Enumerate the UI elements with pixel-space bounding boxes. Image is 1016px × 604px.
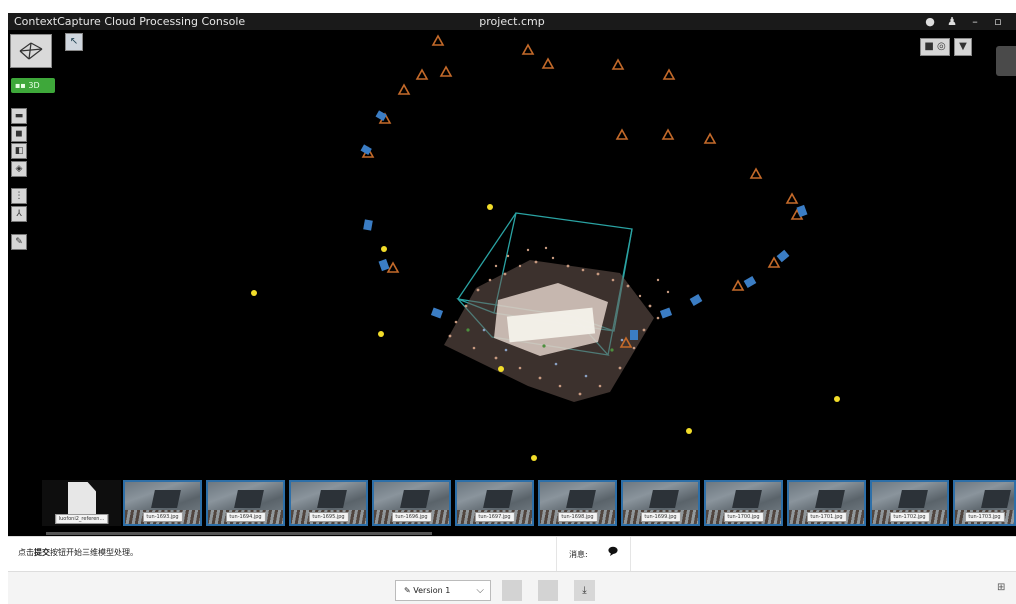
divider <box>556 537 557 572</box>
photos-icon[interactable]: ▬ <box>11 108 27 124</box>
thumb-caption: tun-1696.jpg <box>391 512 432 522</box>
photo-thumb[interactable]: tun-1702.jpg <box>870 480 949 526</box>
status-bar: 点击提交按钮开始三维模型处理。 消息: <box>8 536 1016 572</box>
thumb-caption: tun-1700.jpg <box>723 512 764 522</box>
blocks-icon[interactable]: ◧ <box>11 143 27 159</box>
photo-thumb[interactable]: tun-1693.jpg <box>123 480 202 526</box>
contextcapture-logo-button[interactable] <box>10 34 52 68</box>
photo-thumb[interactable]: tun-1696.jpg <box>372 480 451 526</box>
photo-thumb[interactable]: tun-1701.jpg <box>787 480 866 526</box>
pencil-icon: ✎ <box>404 586 414 595</box>
document-icon <box>68 482 96 518</box>
messages-label: 消息: <box>569 550 588 559</box>
cursor-icon: ↖ <box>69 36 79 47</box>
bottom-toolbar: ✎ Version 1 ⌵ ⤓ ⊞ <box>8 571 1016 604</box>
navigation-cube[interactable] <box>996 46 1016 76</box>
download-button[interactable]: ⤓ <box>574 580 595 601</box>
photo-thumb[interactable]: tun-1697.jpg <box>455 480 534 526</box>
photo-thumb[interactable]: tun-1699.jpg <box>621 480 700 526</box>
photo-thumbnail-strip: luofoni2_referen... tun-1693.jpg tun-169… <box>38 476 1016 528</box>
version-label: Version 1 <box>413 586 451 595</box>
thumb-caption: tun-1695.jpg <box>308 512 349 522</box>
thumb-caption: tun-1698.jpg <box>557 512 598 522</box>
3d-mode-label: 3D <box>28 81 40 90</box>
photogroups-icon[interactable]: ◼ <box>11 126 27 142</box>
filter-button[interactable]: ▼ <box>954 38 972 56</box>
scene-canvas[interactable] <box>8 30 1016 476</box>
status-message-suffix: 按钮开始三维模型处理。 <box>50 548 138 557</box>
thumb-caption: tun-1702.jpg <box>889 512 930 522</box>
axes-icon[interactable]: ⅄ <box>11 206 27 222</box>
grid-icon[interactable]: ⋮ <box>11 188 27 204</box>
camera-tools-button[interactable]: ■ ◎ <box>920 38 950 56</box>
maximize-icon[interactable]: ▫ <box>988 13 1008 30</box>
version-select[interactable]: ✎ Version 1 ⌵ <box>395 580 491 601</box>
thumb-caption: tun-1693.jpg <box>142 512 183 522</box>
3d-viewport[interactable]: ▪▪ 3D ▬ ◼ ◧ ◈ ⋮ ⅄ ✎ ↖ ■ ◎ ▼ luofoni2_ref… <box>8 30 1016 536</box>
download-icon: ⤓ <box>582 585 587 596</box>
reference-document-thumb[interactable]: luofoni2_referen... <box>42 480 121 526</box>
filter-icon: ▼ <box>959 41 967 52</box>
photo-thumb[interactable]: tun-1694.jpg <box>206 480 285 526</box>
layout-icon[interactable]: ⊞ <box>997 582 1005 593</box>
status-message: 点击提交按钮开始三维模型处理。 <box>18 547 138 558</box>
status-message-prefix: 点击 <box>18 548 34 557</box>
bulb-icon[interactable]: ● <box>920 13 940 30</box>
camera-icon: ■ <box>924 41 934 52</box>
thumb-caption: tun-1694.jpg <box>225 512 266 522</box>
minimize-icon[interactable]: – <box>965 13 985 30</box>
file-title: project.cmp <box>479 15 545 28</box>
photo-selection-button[interactable]: ↖ <box>65 33 83 51</box>
thumb-caption: tun-1697.jpg <box>474 512 515 522</box>
thumb-caption: tun-1699.jpg <box>640 512 681 522</box>
left-toolbar: ▪▪ 3D ▬ ◼ ◧ ◈ ⋮ ⅄ ✎ <box>8 30 58 430</box>
thumbnail-scrollbar[interactable] <box>46 532 432 535</box>
thumb-caption: luofoni2_referen... <box>54 514 109 524</box>
chat-bubble-icon[interactable] <box>608 546 618 556</box>
action-button-2[interactable] <box>538 580 558 601</box>
target-icon: ◎ <box>936 41 946 52</box>
thumb-caption: tun-1703.jpg <box>964 512 1005 522</box>
divider <box>630 537 631 572</box>
photo-thumb[interactable]: tun-1700.jpg <box>704 480 783 526</box>
users-icon[interactable]: ♟ <box>942 13 962 30</box>
3d-mode-icon: ▪▪ <box>15 81 29 90</box>
status-message-bold: 提交 <box>34 548 50 557</box>
3d-mode-button[interactable]: ▪▪ 3D <box>11 78 55 93</box>
photo-thumb[interactable]: tun-1703.jpg <box>953 480 1016 526</box>
measure-icon[interactable]: ✎ <box>11 234 27 250</box>
photo-thumb[interactable]: tun-1695.jpg <box>289 480 368 526</box>
title-bar: ContextCapture Cloud Processing Console … <box>8 13 1016 30</box>
thumb-caption: tun-1701.jpg <box>806 512 847 522</box>
app-window: ContextCapture Cloud Processing Console … <box>0 0 1016 604</box>
photo-thumb[interactable]: tun-1698.jpg <box>538 480 617 526</box>
action-button-1[interactable] <box>502 580 522 601</box>
control-points-icon[interactable]: ◈ <box>11 161 27 177</box>
network-icon <box>19 42 43 60</box>
chevron-down-icon: ⌵ <box>476 585 484 596</box>
